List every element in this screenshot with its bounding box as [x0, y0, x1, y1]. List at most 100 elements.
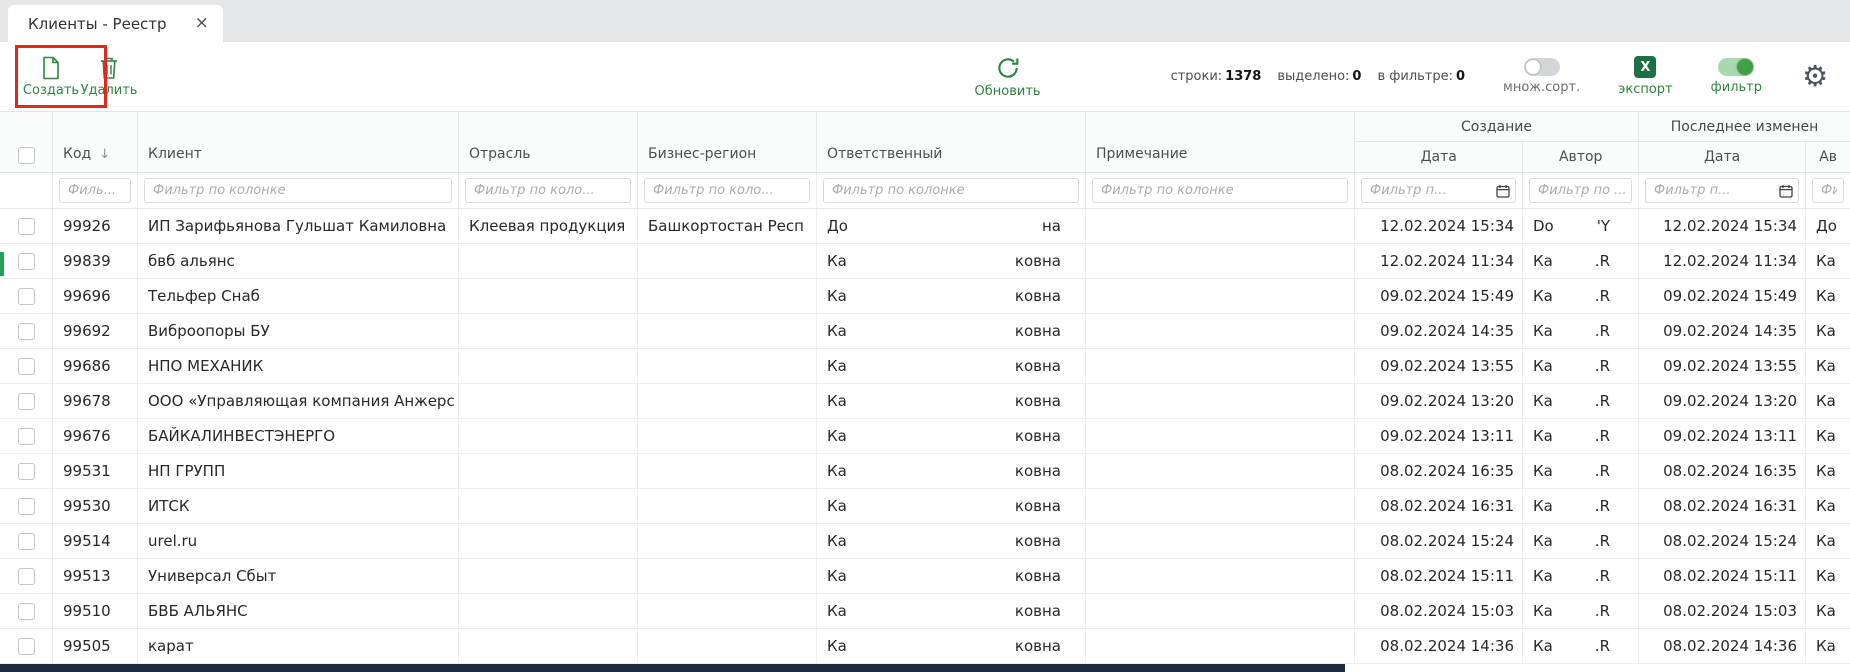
excel-export-icon[interactable]: X — [1634, 56, 1656, 78]
settings-gear-icon[interactable]: ⚙ — [1802, 62, 1828, 91]
cell-modified_date: 08.02.2024 14:36 — [1638, 629, 1805, 663]
redacted-fragment: Ка — [827, 252, 847, 270]
row-checkbox[interactable] — [18, 218, 35, 235]
cell-modified_date: 09.02.2024 13:55 — [1638, 349, 1805, 383]
create-button[interactable]: Создать — [22, 56, 80, 98]
column-header-modified_date[interactable]: Дата — [1639, 142, 1805, 172]
row-checkbox[interactable] — [18, 253, 35, 270]
rows-count: строки:1378 — [1171, 69, 1262, 84]
row-checkbox[interactable] — [18, 498, 35, 515]
redacted-fragment: Ка — [1533, 252, 1553, 270]
filter-cell-created_date — [1354, 173, 1522, 208]
filter-input-modified_author[interactable] — [1812, 178, 1844, 203]
cell-created_date: 12.02.2024 11:34 — [1354, 244, 1522, 278]
row-checkbox[interactable] — [18, 288, 35, 305]
row-checkbox[interactable] — [18, 323, 35, 340]
cell-region — [637, 384, 816, 418]
filter-input-created_date[interactable] — [1361, 178, 1516, 203]
filter-input-region[interactable] — [644, 178, 810, 203]
cell-code: 99531 — [52, 454, 137, 488]
table-row: 99696Тельфер СнабКаковна09.02.2024 15:49… — [0, 279, 1850, 314]
cell-modified_date: 09.02.2024 14:35 — [1638, 314, 1805, 348]
redacted-fragment: Ка — [827, 357, 847, 375]
cell-responsible: Ка ковна — [816, 349, 1085, 383]
redacted-fragment: ковна — [1015, 357, 1061, 375]
filter-cell-modified_date — [1638, 173, 1805, 208]
refresh-button[interactable]: Обновить — [975, 55, 1041, 99]
redacted-fragment: .R — [1595, 602, 1610, 620]
cell-note — [1085, 209, 1354, 243]
redacted-fragment: Ка — [827, 602, 847, 620]
redacted-fragment: ковна — [1015, 602, 1061, 620]
cell-created_date: 08.02.2024 15:03 — [1354, 594, 1522, 628]
selected-count: выделено:0 — [1277, 69, 1361, 84]
redacted-fragment: Ка — [1533, 532, 1553, 550]
bottom-dark-bar — [0, 664, 1345, 672]
filter-input-created_author[interactable] — [1529, 178, 1632, 203]
row-checkbox[interactable] — [18, 638, 35, 655]
row-checkbox[interactable] — [18, 603, 35, 620]
row-checkbox[interactable] — [18, 428, 35, 445]
column-header-note[interactable]: Примечание — [1085, 112, 1354, 172]
column-header-select — [0, 112, 52, 172]
filter-input-industry[interactable] — [465, 178, 631, 203]
create-button-label: Создать — [23, 83, 79, 98]
column-header-modified_author[interactable]: Ав — [1805, 142, 1850, 172]
cell-client: БВБ АЛЬЯНС — [137, 594, 458, 628]
multisort-toggle[interactable] — [1524, 58, 1560, 76]
column-header-responsible[interactable]: Ответственный — [816, 112, 1085, 172]
select-all-checkbox[interactable] — [18, 147, 35, 164]
cell-responsible: Каковна — [816, 314, 1085, 348]
cell-modified_author: Ка — [1805, 244, 1850, 278]
row-checkbox[interactable] — [18, 358, 35, 375]
filter-control[interactable]: фильтр — [1711, 58, 1762, 95]
cell-code: 99692 — [52, 314, 137, 348]
column-header-code[interactable]: Код↓ — [52, 112, 137, 172]
delete-button[interactable]: Удалить — [80, 56, 138, 98]
filter-input-responsible[interactable] — [823, 178, 1079, 203]
export-control[interactable]: X экспорт — [1618, 56, 1672, 97]
cell-created_date: 12.02.2024 15:34 — [1354, 209, 1522, 243]
cell-modified_date: 08.02.2024 16:31 — [1638, 489, 1805, 523]
column-label: Код — [63, 146, 91, 162]
cell-industry — [458, 489, 637, 523]
redacted-fragment: Ка — [827, 287, 847, 305]
cell-modified_author: Ка — [1805, 489, 1850, 523]
cell-select — [0, 454, 52, 488]
row-checkbox[interactable] — [18, 568, 35, 585]
cell-note — [1085, 489, 1354, 523]
cell-created_date: 08.02.2024 15:24 — [1354, 524, 1522, 558]
refresh-icon — [995, 55, 1021, 81]
cell-created_author: Do'Y — [1522, 209, 1638, 243]
tab-close-icon[interactable]: × — [195, 15, 209, 32]
column-header-client[interactable]: Клиент — [137, 112, 458, 172]
column-header-region[interactable]: Бизнес-регион — [637, 112, 816, 172]
tab-clients-registry[interactable]: Клиенты - Реестр × — [8, 5, 223, 42]
filter-input-note[interactable] — [1092, 178, 1348, 203]
row-checkbox[interactable] — [18, 533, 35, 550]
filter-input-modified_date[interactable] — [1645, 178, 1799, 203]
cell-modified_author: Ка — [1805, 594, 1850, 628]
cell-responsible: Каковна — [816, 524, 1085, 558]
column-header-created_date[interactable]: Дата — [1355, 142, 1522, 172]
filter-toggle[interactable] — [1718, 58, 1754, 76]
multisort-control[interactable]: множ.сорт. — [1503, 58, 1580, 95]
row-checkbox[interactable] — [18, 393, 35, 410]
table-row: 99510БВБ АЛЬЯНСКаковна08.02.2024 15:03Ка… — [0, 594, 1850, 629]
calendar-icon[interactable] — [1496, 184, 1510, 198]
cell-modified_author: Ка — [1805, 384, 1850, 418]
filter-input-code[interactable] — [59, 178, 131, 203]
cell-client: НП ГРУПП — [137, 454, 458, 488]
column-header-created_author[interactable]: Автор — [1522, 142, 1638, 172]
column-label: Отрасль — [469, 146, 531, 162]
table-row: 99678ООО «Управляющая компания АнжерсКак… — [0, 384, 1850, 419]
cell-select — [0, 489, 52, 523]
column-header-industry[interactable]: Отрасль — [458, 112, 637, 172]
cell-created_date: 09.02.2024 13:20 — [1354, 384, 1522, 418]
cell-code: 99926 — [52, 209, 137, 243]
toggle-knob — [1526, 60, 1540, 74]
row-checkbox[interactable] — [18, 463, 35, 480]
filter-input-client[interactable] — [144, 178, 452, 203]
calendar-icon[interactable] — [1779, 184, 1793, 198]
redacted-fragment: Ка — [1533, 392, 1553, 410]
